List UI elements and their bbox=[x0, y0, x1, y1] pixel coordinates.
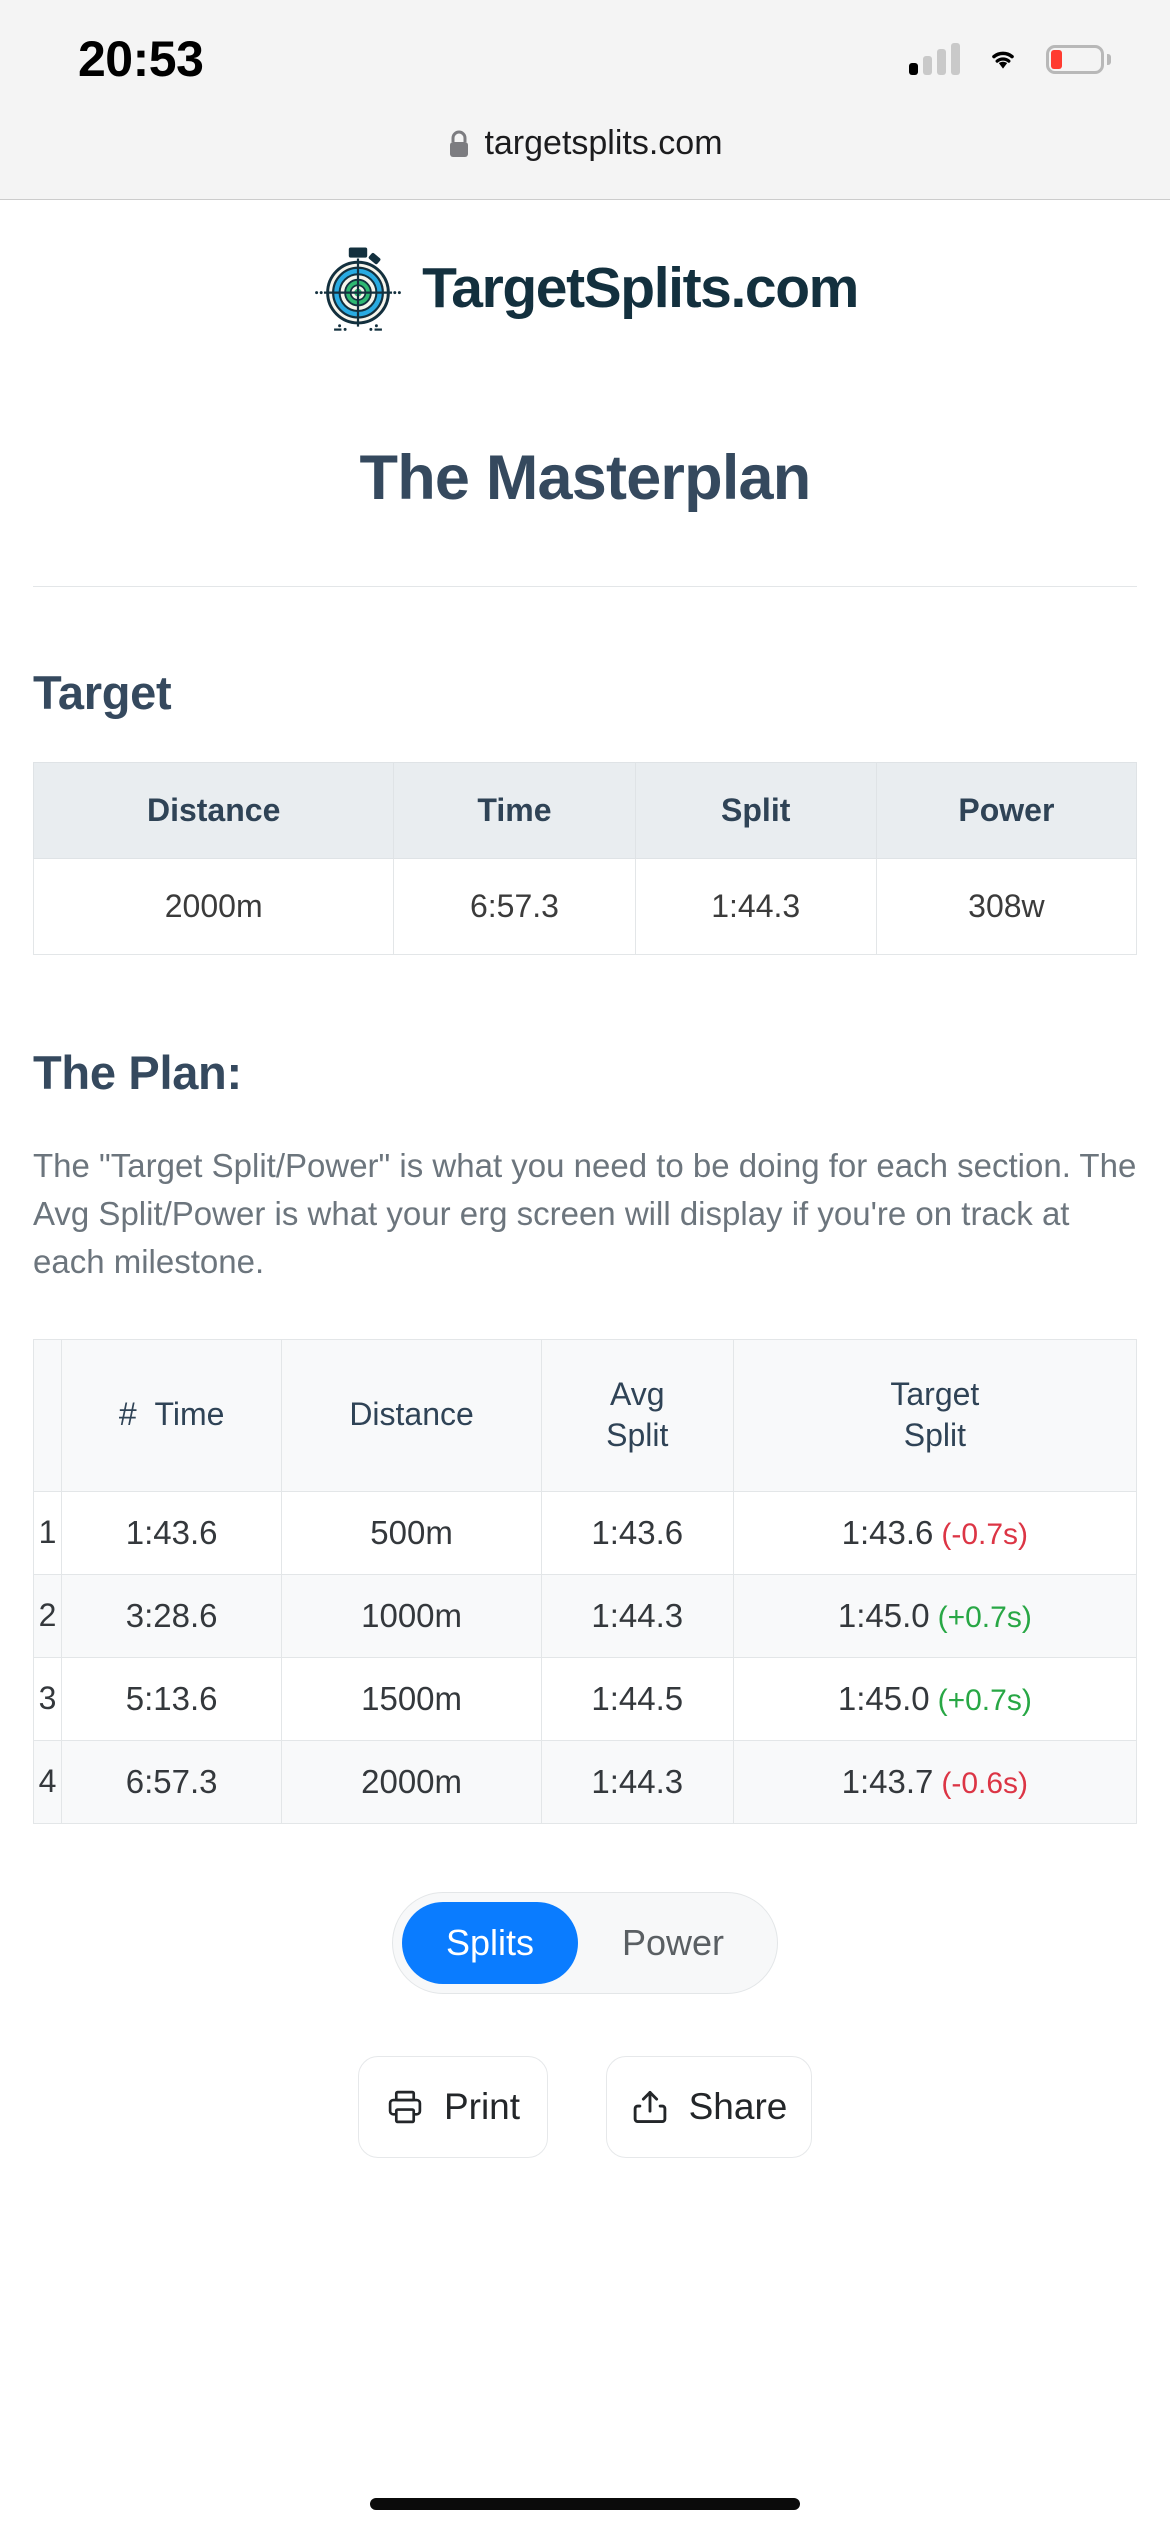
target-header-split: Split bbox=[634, 762, 877, 859]
target-stopwatch-icon bbox=[315, 247, 401, 331]
split-row-target-split: 1:45.0 (+0.7s) bbox=[732, 1573, 1138, 1658]
browser-url-bar[interactable]: targetsplits.com bbox=[0, 118, 1170, 200]
page-content: TargetSplits.com The Masterplan Target D… bbox=[0, 200, 1170, 2532]
split-row-avg-split: 1:44.3 bbox=[540, 1739, 734, 1824]
action-buttons: Print Share bbox=[33, 2055, 1137, 2158]
target-split-delta: (+0.7s) bbox=[937, 1600, 1032, 1634]
splits-header-avg-split: Avg Split bbox=[540, 1338, 734, 1492]
toggle-option-splits[interactable]: Splits bbox=[401, 1901, 578, 1984]
target-value-split: 1:44.3 bbox=[634, 858, 877, 955]
wifi-icon bbox=[992, 51, 1014, 69]
table-row: 3 5:13.6 1500m 1:44.5 1:45.0 (+0.7s) bbox=[33, 1656, 1138, 1741]
target-split-line1: Target bbox=[890, 1375, 980, 1412]
battery-low-icon bbox=[1046, 44, 1111, 74]
target-header-power: Power bbox=[875, 762, 1138, 859]
target-split-line2: Split bbox=[903, 1417, 966, 1454]
title-divider bbox=[33, 586, 1137, 587]
split-row-time: 6:57.3 bbox=[60, 1739, 283, 1824]
share-button[interactable]: Share bbox=[606, 2055, 812, 2158]
splits-table: # Time Distance Avg Split Target Split 1… bbox=[33, 1338, 1138, 1824]
split-row-number: 3 bbox=[33, 1656, 62, 1741]
table-row: 2000m 6:57.3 1:44.3 308w bbox=[32, 858, 1138, 955]
site-logo[interactable]: TargetSplits.com bbox=[33, 200, 1137, 334]
table-row: 4 6:57.3 2000m 1:44.3 1:43.7 (-0.6s) bbox=[33, 1739, 1138, 1824]
split-row-distance: 1000m bbox=[281, 1573, 542, 1658]
split-row-time: 5:13.6 bbox=[60, 1656, 283, 1741]
splits-power-segmented-control[interactable]: Splits Power bbox=[391, 1891, 779, 1994]
target-table-header-row: Distance Time Split Power bbox=[32, 762, 1138, 859]
splits-header-time: # Time bbox=[60, 1338, 283, 1492]
target-section-heading: Target bbox=[33, 666, 172, 719]
split-row-avg-split: 1:44.3 bbox=[540, 1573, 734, 1658]
splits-table-header-row: # Time Distance Avg Split Target Split bbox=[33, 1338, 1138, 1492]
status-bar-clock: 20:53 bbox=[78, 31, 204, 87]
print-button-label: Print bbox=[443, 2085, 521, 2127]
splits-header-hash: # bbox=[118, 1396, 137, 1433]
split-row-target-split: 1:45.0 (+0.7s) bbox=[732, 1656, 1138, 1741]
plan-section-heading: The Plan: bbox=[33, 1046, 242, 1099]
split-row-number: 1 bbox=[33, 1490, 62, 1575]
target-split-delta: (-0.6s) bbox=[941, 1766, 1029, 1800]
target-split-value: 1:45.0 bbox=[837, 1596, 930, 1634]
target-value-power: 308w bbox=[875, 858, 1138, 955]
target-value-distance: 2000m bbox=[32, 858, 395, 955]
home-indicator bbox=[370, 2498, 800, 2510]
split-row-avg-split: 1:43.6 bbox=[540, 1490, 734, 1575]
split-row-distance: 2000m bbox=[281, 1739, 542, 1824]
splits-header-time-label: Time bbox=[154, 1396, 225, 1433]
target-value-time: 6:57.3 bbox=[393, 858, 636, 955]
split-row-avg-split: 1:44.5 bbox=[540, 1656, 734, 1741]
target-table: Distance Time Split Power 2000m 6:57.3 1… bbox=[32, 762, 1138, 955]
split-row-number: 2 bbox=[33, 1573, 62, 1658]
split-row-target-split: 1:43.7 (-0.6s) bbox=[732, 1739, 1138, 1824]
ios-status-bar: 20:53 bbox=[0, 0, 1170, 118]
avg-split-line1: Avg bbox=[610, 1375, 665, 1412]
avg-split-line2: Split bbox=[606, 1417, 669, 1454]
split-row-distance: 1500m bbox=[281, 1656, 542, 1741]
target-split-value: 1:43.6 bbox=[841, 1513, 934, 1551]
split-row-distance: 500m bbox=[281, 1490, 542, 1575]
split-row-target-split: 1:43.6 (-0.7s) bbox=[732, 1490, 1138, 1575]
splits-header-number bbox=[33, 1338, 62, 1492]
status-bar-indicators bbox=[909, 43, 1111, 75]
view-toggle-container: Splits Power bbox=[33, 1891, 1137, 1994]
target-split-delta: (-0.7s) bbox=[941, 1517, 1029, 1551]
toggle-option-power[interactable]: Power bbox=[578, 1902, 768, 1984]
print-button[interactable]: Print bbox=[358, 2055, 548, 2158]
table-row: 1 1:43.6 500m 1:43.6 1:43.6 (-0.7s) bbox=[33, 1490, 1138, 1575]
share-upload-icon bbox=[633, 2090, 666, 2123]
split-row-number: 4 bbox=[33, 1739, 62, 1824]
table-row: 2 3:28.6 1000m 1:44.3 1:45.0 (+0.7s) bbox=[33, 1573, 1138, 1658]
plan-description: The "Target Split/Power" is what you nee… bbox=[33, 1147, 1137, 1281]
splits-header-distance: Distance bbox=[281, 1338, 542, 1492]
splits-table-body: 1 1:43.6 500m 1:43.6 1:43.6 (-0.7s) 2 3:28.6 100… bbox=[33, 1490, 1138, 1824]
page-title: The Masterplan bbox=[359, 443, 812, 513]
target-split-delta: (+0.7s) bbox=[937, 1683, 1032, 1717]
site-logo-text: TargetSplits.com bbox=[422, 256, 859, 320]
lock-icon bbox=[450, 130, 469, 157]
target-header-distance: Distance bbox=[32, 762, 395, 859]
share-button-label: Share bbox=[688, 2085, 788, 2127]
url-text: targetsplits.com bbox=[484, 124, 723, 162]
target-split-value: 1:45.0 bbox=[837, 1679, 930, 1717]
split-row-time: 3:28.6 bbox=[60, 1573, 283, 1658]
target-split-value: 1:43.7 bbox=[841, 1762, 934, 1800]
split-row-time: 1:43.6 bbox=[60, 1490, 283, 1575]
target-header-time: Time bbox=[393, 762, 636, 859]
splits-header-target-split: Target Split bbox=[732, 1338, 1138, 1492]
printer-icon bbox=[388, 2090, 422, 2123]
cellular-signal-icon bbox=[909, 43, 960, 75]
